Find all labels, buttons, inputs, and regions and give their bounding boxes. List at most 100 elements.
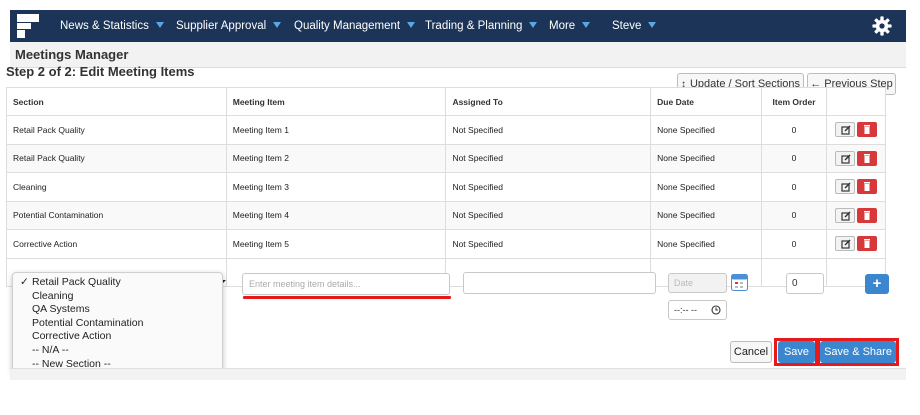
cell-item-order: 0 xyxy=(761,172,827,202)
dropdown-option[interactable]: QA Systems xyxy=(13,303,222,317)
edit-icon xyxy=(841,182,851,192)
nav-more[interactable]: More xyxy=(549,10,591,42)
cell-section: Retail Pack Quality xyxy=(6,143,227,173)
dropdown-option[interactable]: Cleaning xyxy=(13,290,222,304)
delete-button[interactable] xyxy=(857,122,877,138)
cell-assigned-to: Not Specified xyxy=(445,172,652,202)
cell-assigned-to: Not Specified xyxy=(445,200,652,230)
cell-section: Cleaning xyxy=(6,172,227,202)
cell-due-date: None Specified xyxy=(650,115,763,145)
cell-actions xyxy=(826,229,886,259)
top-navbar: News & Statistics Supplier Approval Qual… xyxy=(10,10,906,42)
highlight-underline xyxy=(243,296,451,299)
table-row: Cleaning Meeting Item 3 Not Specified No… xyxy=(6,172,886,202)
nav-label: Quality Management xyxy=(294,20,401,32)
edit-icon xyxy=(841,154,851,164)
page-title: Meetings Manager xyxy=(15,47,129,62)
cell-actions xyxy=(826,143,886,173)
edit-button[interactable] xyxy=(835,236,855,252)
meeting-items-table: Section Meeting Item Assigned To Due Dat… xyxy=(6,87,886,287)
cell-meeting-item: Meeting Item 3 xyxy=(225,172,447,202)
delete-button[interactable] xyxy=(857,207,877,223)
footer-bar xyxy=(10,368,906,380)
table-row: Corrective Action Meeting Item 5 Not Spe… xyxy=(6,229,886,259)
step-title: Step 2 of 2: Edit Meeting Items xyxy=(6,64,195,79)
nav-trading-planning[interactable]: Trading & Planning xyxy=(425,10,538,42)
add-item-button[interactable]: + xyxy=(865,274,889,294)
caret-down-icon xyxy=(273,22,282,28)
trash-icon xyxy=(864,239,870,249)
column-header-actions xyxy=(826,87,886,116)
edit-button[interactable] xyxy=(835,150,855,166)
column-header-assigned-to: Assigned To xyxy=(445,87,652,116)
delete-button[interactable] xyxy=(857,179,877,195)
cell-assigned-to: Not Specified xyxy=(445,115,652,145)
cell-item-order: 0 xyxy=(761,115,827,145)
nav-label: More xyxy=(549,20,576,32)
due-time-input[interactable]: --:-- -- xyxy=(668,300,727,320)
edit-button[interactable] xyxy=(835,122,855,138)
edit-button[interactable] xyxy=(835,179,855,195)
nav-quality-management[interactable]: Quality Management xyxy=(294,10,416,42)
cell-due-date: None Specified xyxy=(650,229,763,259)
nav-supplier-approval[interactable]: Supplier Approval xyxy=(176,10,282,42)
save-button[interactable]: Save xyxy=(778,341,815,363)
cancel-button[interactable]: Cancel xyxy=(730,341,772,363)
cell-section: Potential Contamination xyxy=(6,200,227,230)
gear-icon[interactable] xyxy=(872,16,892,36)
nav-user-menu[interactable]: Steve xyxy=(612,10,657,42)
cell-section: Retail Pack Quality xyxy=(6,115,227,145)
delete-button[interactable] xyxy=(857,236,877,252)
cell-due-date: None Specified xyxy=(650,143,763,173)
trash-icon xyxy=(864,210,870,220)
cell-item-order: 0 xyxy=(761,143,827,173)
cell-due-date: None Specified xyxy=(650,172,763,202)
column-header-item-order: Item Order xyxy=(761,87,827,116)
due-date-input[interactable]: Date xyxy=(668,273,727,293)
trash-icon xyxy=(864,153,870,163)
item-order-input[interactable]: 0 xyxy=(786,273,824,294)
caret-down-icon xyxy=(407,22,416,28)
app-logo[interactable] xyxy=(17,14,39,38)
cell-actions xyxy=(826,172,886,202)
cell-item-order: 0 xyxy=(761,200,827,230)
cell-assigned-to: Not Specified xyxy=(445,143,652,173)
dropdown-option[interactable]: Corrective Action xyxy=(13,330,222,344)
meeting-item-details-input[interactable]: Enter meeting item details... xyxy=(242,273,450,295)
cell-meeting-item: Meeting Item 5 xyxy=(225,229,447,259)
cell-meeting-item: Meeting Item 1 xyxy=(225,115,447,145)
cell-meeting-item: Meeting Item 4 xyxy=(225,200,447,230)
dropdown-option[interactable]: ✓ Retail Pack Quality xyxy=(13,276,222,290)
clock-icon xyxy=(711,305,721,315)
delete-button[interactable] xyxy=(857,150,877,166)
edit-icon xyxy=(841,211,851,221)
dropdown-option[interactable]: -- N/A -- xyxy=(13,344,222,358)
cell-meeting-item: Meeting Item 2 xyxy=(225,143,447,173)
save-share-button[interactable]: Save & Share xyxy=(820,341,896,363)
cell-actions xyxy=(826,115,886,145)
time-value: --:-- -- xyxy=(674,305,697,315)
caret-down-icon xyxy=(529,22,538,28)
column-header-due-date: Due Date xyxy=(650,87,763,116)
table-row: Potential Contamination Meeting Item 4 N… xyxy=(6,200,886,230)
column-header-meeting-item: Meeting Item xyxy=(225,87,447,116)
nav-label: News & Statistics xyxy=(60,20,149,32)
caret-down-icon xyxy=(648,22,657,28)
option-label: Retail Pack Quality xyxy=(32,276,121,288)
assigned-to-input[interactable] xyxy=(463,272,656,294)
nav-label: Steve xyxy=(612,20,642,32)
calendar-icon[interactable] xyxy=(731,273,748,291)
table-row: Retail Pack Quality Meeting Item 2 Not S… xyxy=(6,143,886,173)
cell-assigned-to: Not Specified xyxy=(445,229,652,259)
edit-icon xyxy=(841,239,851,249)
cell-actions xyxy=(826,200,886,230)
nav-news-statistics[interactable]: News & Statistics xyxy=(60,10,164,42)
trash-icon xyxy=(864,182,870,192)
edit-button[interactable] xyxy=(835,207,855,223)
section-dropdown-list: ✓ Retail Pack Quality Cleaning QA Systems… xyxy=(12,272,223,373)
nav-label: Supplier Approval xyxy=(176,20,267,32)
dropdown-option[interactable]: Potential Contamination xyxy=(13,317,222,331)
caret-down-icon xyxy=(582,22,591,28)
caret-down-icon xyxy=(155,22,164,28)
table-row: Retail Pack Quality Meeting Item 1 Not S… xyxy=(6,115,886,145)
